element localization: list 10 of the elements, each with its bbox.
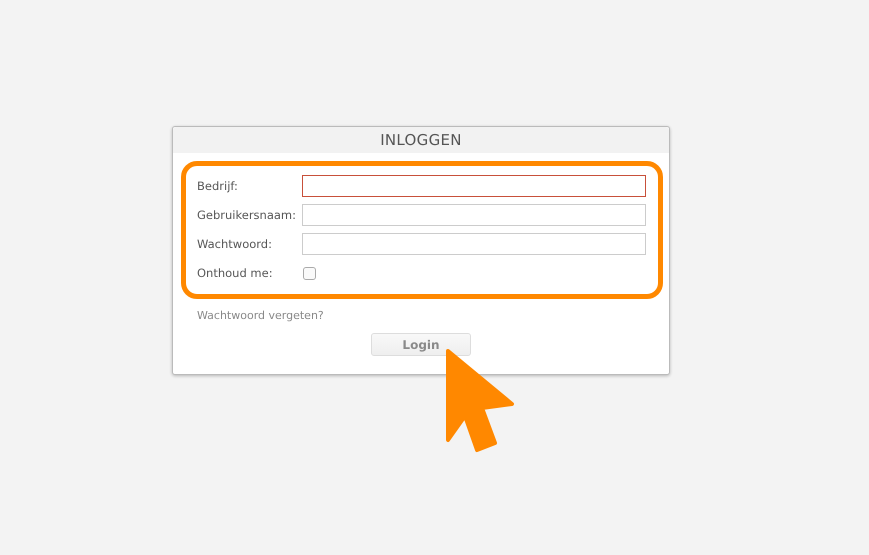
field-label: Gebruikersnaam: — [197, 208, 298, 222]
dialog-title: INLOGGEN — [380, 131, 462, 149]
input-field[interactable] — [302, 175, 646, 197]
input-field[interactable] — [302, 204, 646, 226]
field-label: Wachtwoord: — [197, 237, 273, 251]
input-field[interactable] — [302, 233, 646, 255]
field-label: Bedrijf: — [197, 179, 239, 193]
forgot-password-link[interactable]: Wachtwoord vergeten? — [197, 309, 324, 322]
checkbox[interactable] — [303, 266, 316, 280]
field-label: Onthoud me: — [197, 266, 274, 280]
